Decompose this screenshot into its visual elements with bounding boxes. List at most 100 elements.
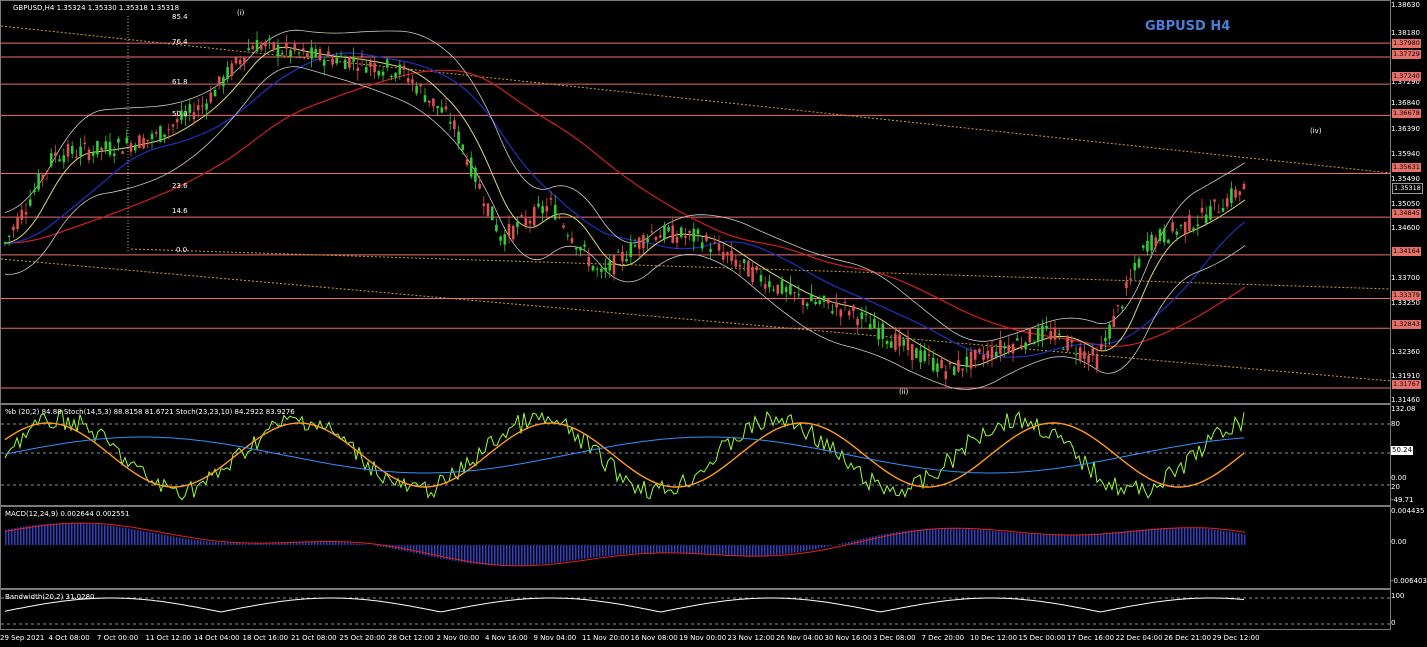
candle-body [503,234,507,245]
macd-histogram-bar [809,545,811,551]
candle-body [1104,337,1107,342]
bandwidth-pane[interactable]: Bandwidth(20,2) 31.0280 [0,589,1391,630]
macd-histogram-bar [545,545,547,564]
candle-body [751,267,754,283]
candle-body [671,225,675,243]
candle-body [528,220,532,224]
fib-label-61: 61.8 [172,78,188,86]
candle-body [142,137,145,149]
bandwidth-chart[interactable] [1,590,1391,630]
candle-body [306,52,309,58]
candle-body [1074,354,1078,356]
macd-histogram-bar [353,543,355,545]
macd-histogram-bar [602,545,604,557]
macd-histogram-bar [140,530,142,545]
candle-body [352,57,355,62]
candle-body [268,38,271,40]
candle-body [558,217,561,219]
macd-histogram-bar [329,541,331,545]
price-chart[interactable] [1,1,1391,404]
macd-histogram-bar [56,523,58,545]
candle-body [759,275,763,282]
time-tick: 29 Sep 2021 [0,634,45,642]
candle-body [314,49,318,58]
candle-body [852,305,855,311]
macd-histogram-bar [950,528,952,545]
candle-body [906,339,910,350]
candle-body [927,354,931,356]
macd-histogram-bar [212,541,214,545]
candle-body [293,43,297,51]
candle-body [595,268,599,270]
macd-histogram-bar [425,545,427,556]
candle-body [54,152,57,157]
candle-body [96,140,99,155]
candle-body [717,243,721,251]
macd-histogram-bar [422,545,424,555]
candle-body [87,149,91,160]
macd-histogram-bar [1127,530,1129,545]
macd-histogram-bar [179,537,181,545]
macd-histogram-bar [791,545,793,554]
macd-pane[interactable]: MACD(12,24,9) 0.002644 0.002551 [0,506,1391,589]
candle-body [1217,211,1221,213]
macd-histogram-bar [197,540,199,545]
candle-body [642,235,645,249]
candle-body [1066,336,1069,351]
macd-histogram-bar [1136,529,1138,545]
macd-chart[interactable] [1,507,1391,589]
macd-histogram-bar [1064,534,1066,545]
candle-body [1095,354,1099,370]
candle-body [12,226,15,231]
macd-histogram-bar [1232,532,1234,545]
macd-histogram-bar [935,528,937,545]
candle-body [768,281,771,288]
macd-histogram-bar [767,545,769,556]
candle-body [1062,348,1065,350]
stoch-mid-line [4,436,1245,474]
macd-histogram-bar [1244,534,1246,545]
candle-body [1125,281,1128,289]
macd-histogram-bar [1172,527,1174,545]
macd-histogram-bar [965,528,967,545]
macd-histogram-bar [65,523,67,545]
osc-tick: 132.08 [1391,405,1416,413]
macd-histogram-bar [344,542,346,545]
macd-histogram-bar [557,545,559,563]
time-tick: 10 Dec 12:00 [970,634,1018,642]
price-pane[interactable]: GBPUSD,H4 1.35324 1.35330 1.35318 1.3531… [0,0,1391,404]
macd-histogram-bar [947,528,949,545]
macd-histogram-bar [467,545,469,564]
macd-histogram-bar [584,545,586,559]
candle-body [1171,222,1174,232]
macd-histogram-bar [1046,534,1048,545]
bandwidth-tick: 100 [1391,592,1405,600]
macd-histogram-bar [323,541,325,545]
candle-body [482,203,486,206]
macd-histogram-bar [743,545,745,557]
candle-body [562,225,565,228]
macd-histogram-bar [221,542,223,545]
time-axis[interactable]: 29 Sep 2021 4 Oct 08:00 7 Oct 00:00 11 Oct … [0,630,1391,647]
candle-body [490,206,494,221]
candle-body [146,139,150,141]
macd-histogram-bar [1076,534,1078,545]
candle-body [566,235,570,237]
macd-histogram-bar [653,545,655,553]
price-axis[interactable]: 1.38630 1.38180 1.37290 1.36840 1.36390 … [1391,0,1427,404]
oscillator-header: %b (20,2) 84.88 Stoch(14,5,3) 88.8158 81… [5,408,295,416]
macd-histogram-bar [839,543,841,545]
macd-histogram-bar [665,545,667,553]
oscillator-pane[interactable]: %b (20,2) 84.88 Stoch(14,5,3) 88.8158 81… [0,404,1391,506]
time-tick: 21 Oct 08:00 [291,634,337,642]
oscillator-chart[interactable] [1,405,1391,506]
macd-axis: 0.004435 0.00 -0.006403 [1391,506,1427,589]
macd-histogram-bar [188,538,190,545]
macd-histogram-bar [695,545,697,555]
macd-histogram-bar [107,525,109,545]
candle-body [1133,262,1137,271]
macd-histogram-bar [929,528,931,545]
candle-body [734,259,738,267]
candle-body [663,225,666,240]
candle-body [1221,208,1225,212]
